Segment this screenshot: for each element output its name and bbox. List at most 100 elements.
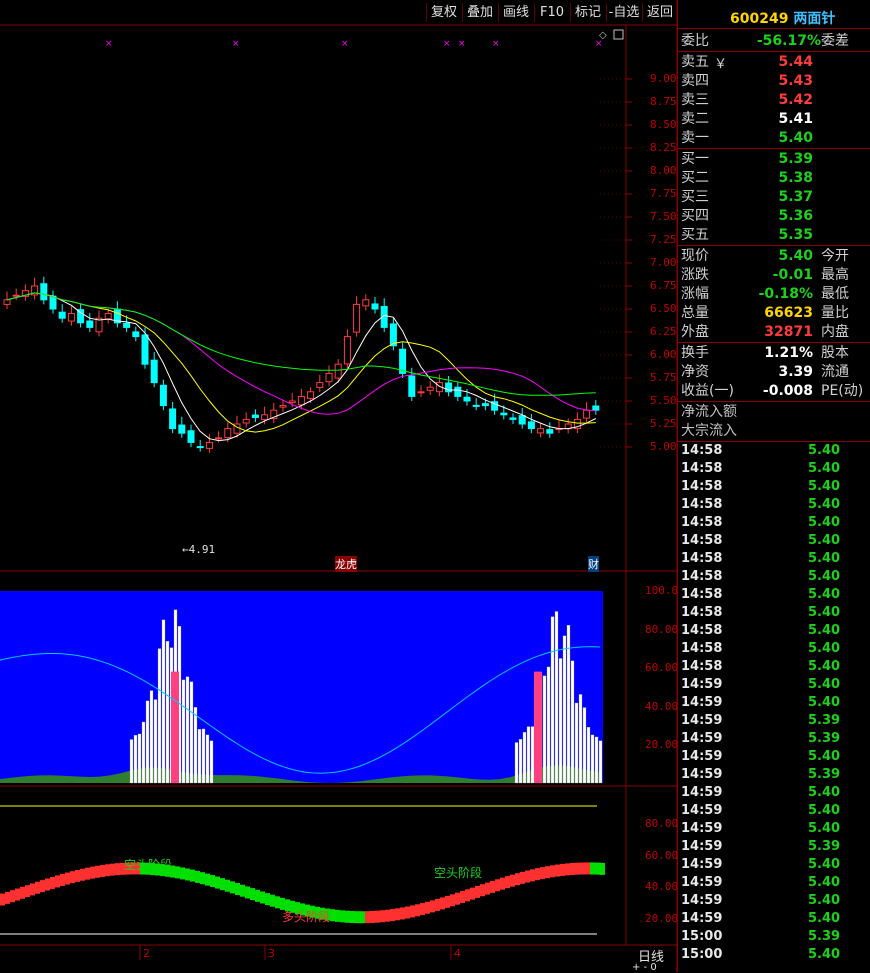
buy-level-1: 买一 5.39	[681, 151, 813, 167]
svg-text:◇: ◇	[599, 30, 607, 41]
phase-label-bear-1: 空头阶段	[124, 858, 173, 872]
ma5-line	[6, 292, 597, 442]
sell-level-5: 卖五 5.44	[681, 54, 813, 70]
stock-name: 两面针	[793, 11, 836, 27]
buy-level-3: 买三 5.37	[681, 189, 813, 205]
candle	[592, 399, 600, 415]
weibi-row: 委比 -56.17% 委差	[681, 33, 849, 49]
stat2-row: 净资 3.39 流通	[681, 364, 849, 380]
candle	[67, 306, 75, 326]
svg-text:×: ×	[458, 39, 466, 49]
stat2-row: 换手 1.21% 股本	[681, 345, 849, 361]
candle	[77, 304, 85, 328]
price-tick: 8.50	[650, 118, 677, 131]
candle	[21, 284, 29, 301]
sell-level-2: 卖二 5.41	[681, 111, 813, 127]
candle	[454, 381, 462, 401]
price-tick: 8.75	[650, 95, 677, 108]
candle	[362, 294, 370, 311]
price-tick: 5.25	[650, 417, 677, 430]
price-tick: 5.00	[650, 440, 677, 453]
candle	[472, 398, 480, 411]
candle	[389, 317, 397, 351]
price-tick: 7.25	[650, 233, 677, 246]
price-tick: 6.75	[650, 279, 677, 292]
candle	[343, 329, 351, 369]
ind2-tick: 20.00	[645, 911, 679, 925]
candle	[564, 418, 572, 434]
x-label-2: 2	[143, 947, 150, 960]
candle	[58, 304, 66, 323]
ind1-tick: 80.00	[645, 622, 679, 636]
ind1-tick: 20.00	[645, 738, 679, 751]
candle	[159, 379, 167, 411]
price-tick: 8.00	[650, 164, 677, 177]
longhu-event-badge[interactable]: 龙虎	[335, 556, 357, 572]
candle	[150, 352, 158, 388]
candle	[132, 326, 140, 342]
candlestick-series	[3, 276, 600, 453]
stat-row: 外盘 32871 内盘	[681, 324, 849, 340]
candle	[399, 342, 407, 378]
ind1-tick: 40.00	[645, 699, 679, 713]
zoom-controls[interactable]: + - 0	[632, 962, 657, 973]
ind1-tick: 100.0	[645, 584, 679, 597]
kline-chart[interactable]: × × × × × × × ◇	[0, 0, 677, 972]
svg-text:×: ×	[232, 39, 240, 49]
candle	[555, 420, 563, 434]
candle	[509, 413, 517, 424]
svg-text:×: ×	[341, 39, 349, 49]
candle	[169, 401, 177, 434]
quote-panel: 600249 两面针 委比 -56.17% 委差 卖五 5.44 卖四 5.43…	[677, 0, 870, 972]
ind2-tick: 40.00	[645, 880, 679, 893]
indicator1-background	[0, 591, 603, 783]
buy-level-4: 买四 5.36	[681, 208, 813, 224]
candle	[178, 416, 186, 438]
candle	[445, 376, 453, 397]
sell-level-3: 卖三 5.42	[681, 92, 813, 108]
svg-text:×: ×	[443, 39, 451, 49]
price-tick: 8.25	[650, 141, 677, 154]
svg-text:×: ×	[492, 39, 500, 49]
candle	[527, 413, 535, 434]
candle	[583, 401, 591, 423]
block-inflow-label: 大宗流入	[681, 423, 737, 439]
low-price-label: ←4.91	[182, 543, 216, 556]
candle	[537, 423, 545, 438]
candle	[95, 310, 103, 337]
stat-row: 现价 5.40 今开	[681, 248, 849, 264]
candle	[371, 296, 379, 314]
price-tick: 7.00	[650, 256, 677, 269]
phase-label-bull: 多头阶段	[282, 910, 331, 924]
price-tick: 5.75	[650, 371, 677, 384]
svg-text:×: ×	[105, 39, 113, 49]
candle	[40, 276, 48, 305]
candle	[325, 365, 333, 387]
candle	[353, 296, 361, 337]
finance-event-badge[interactable]: 财	[588, 556, 599, 572]
candle	[279, 400, 287, 412]
price-tick: 7.50	[650, 210, 677, 223]
stat-row: 涨幅 -0.18% 最低	[681, 286, 849, 302]
candle	[49, 290, 57, 314]
ma40-line	[6, 292, 596, 396]
candle	[86, 313, 94, 332]
candle	[242, 412, 250, 428]
ma10-line	[6, 292, 596, 433]
net-inflow-label: 净流入额	[681, 404, 737, 420]
candle	[3, 291, 11, 309]
sell-level-1: 卖一 5.40	[681, 130, 813, 146]
x-label-3: 3	[268, 947, 275, 960]
candle	[196, 439, 204, 452]
price-tick: 6.50	[650, 302, 677, 315]
stat2-row: 收益(一) -0.008 PE(动)	[681, 383, 864, 399]
candle	[426, 381, 434, 395]
stock-title: 600249 两面针	[730, 8, 835, 28]
stat-row: 涨跌 -0.01 最高	[681, 267, 849, 283]
ind2-tick: 80.00	[645, 817, 679, 830]
candle	[187, 424, 195, 447]
stat-row: 总量 66623 量比	[681, 305, 849, 321]
ind2-tick: 60.00	[645, 848, 679, 862]
price-tick: 6.00	[650, 348, 677, 361]
price-tick: 5.50	[650, 394, 677, 407]
